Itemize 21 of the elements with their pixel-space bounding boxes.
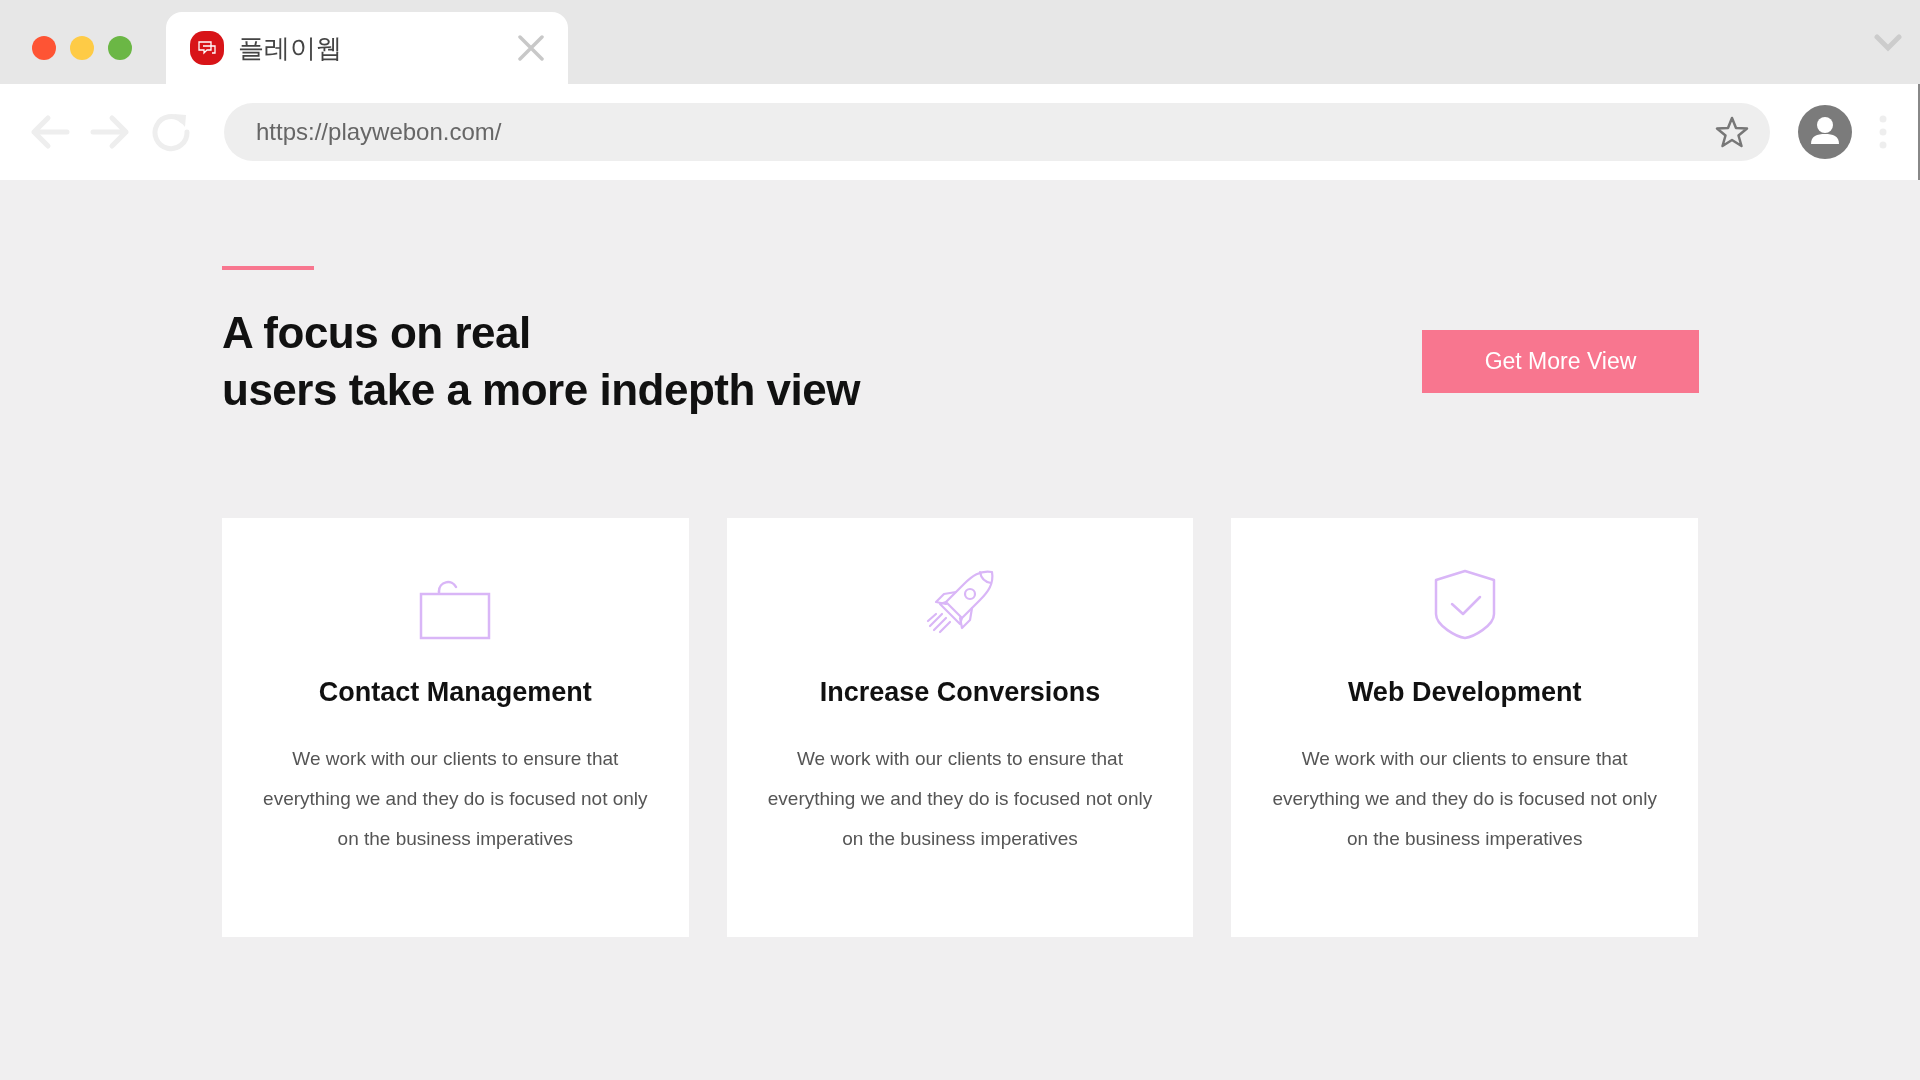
chat-logo-icon	[190, 31, 224, 65]
close-icon[interactable]	[518, 35, 544, 61]
maximize-window-button[interactable]	[108, 36, 132, 60]
minimize-window-button[interactable]	[70, 36, 94, 60]
get-more-view-button[interactable]: Get More View	[1422, 329, 1699, 393]
avatar-icon[interactable]	[1798, 105, 1852, 159]
card-title: Web Development	[1347, 676, 1582, 709]
address-bar[interactable]: https://playwebon.com/	[224, 103, 1770, 161]
card-title: Increase Conversions	[819, 676, 1101, 709]
card-description: We work with our clients to ensure that everything we and they do is focused not only on the business imperatives	[1272, 746, 1657, 851]
tab-title: 플레이웹	[238, 31, 343, 65]
card-title: Contact Management	[318, 676, 592, 709]
section-heading: A focus on real users take a more indepth view	[222, 307, 860, 416]
close-window-button[interactable]	[32, 36, 56, 60]
card-description: We work with our clients to ensure that everything we and they do is focused not only on the business imperatives	[263, 746, 648, 851]
shield-check-icon	[1432, 568, 1497, 640]
url-text: https://playwebon.com/	[256, 117, 503, 147]
card-description: We work with our clients to ensure that everything we and they do is focused not only on the business imperatives	[767, 746, 1153, 851]
chevron-down-icon[interactable]	[1874, 34, 1902, 52]
browser-tab[interactable]: 플레이웹	[166, 12, 568, 84]
star-icon[interactable]	[1714, 115, 1750, 149]
